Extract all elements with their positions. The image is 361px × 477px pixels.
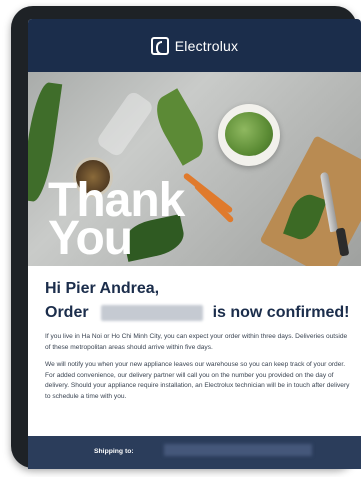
order-confirmation-heading: Order is now confirmed! <box>45 304 361 322</box>
hero-image: Thank You <box>28 72 361 266</box>
electrolux-logo-icon <box>150 36 169 55</box>
email-body: Hi Pier Andrea, Order is now confirmed! … <box>28 280 361 402</box>
shipping-address-redacted <box>164 444 312 456</box>
installation-text: For added convenience, our delivery part… <box>45 371 350 400</box>
notification-text: We will notify you when your new applian… <box>45 361 346 368</box>
herb-decoration <box>147 88 213 166</box>
delivery-time-paragraph: If you live in Ha Noi or Ho Chi Minh Cit… <box>45 333 348 351</box>
email-header: Electrolux <box>28 19 361 72</box>
order-suffix: is now confirmed! <box>212 304 350 321</box>
greeting: Hi Pier Andrea, <box>45 280 160 297</box>
notification-paragraph: We will notify you when your new applian… <box>45 360 351 402</box>
carrot-decoration <box>193 182 235 224</box>
shipping-section: Shipping to: <box>28 436 361 469</box>
email-screen: Electrolux Thank You Hi Pier Andrea, Ord… <box>28 19 361 469</box>
salad-bowl-decoration <box>218 104 280 166</box>
shipping-label: Shipping to: <box>94 448 134 455</box>
hero-title: Thank You <box>48 177 185 263</box>
order-prefix: Order <box>45 304 89 321</box>
tablet-frame: Electrolux Thank You Hi Pier Andrea, Ord… <box>11 6 361 469</box>
order-number-redacted <box>100 305 203 321</box>
glass-decoration <box>95 89 155 159</box>
brand-name: Electrolux <box>174 37 239 54</box>
